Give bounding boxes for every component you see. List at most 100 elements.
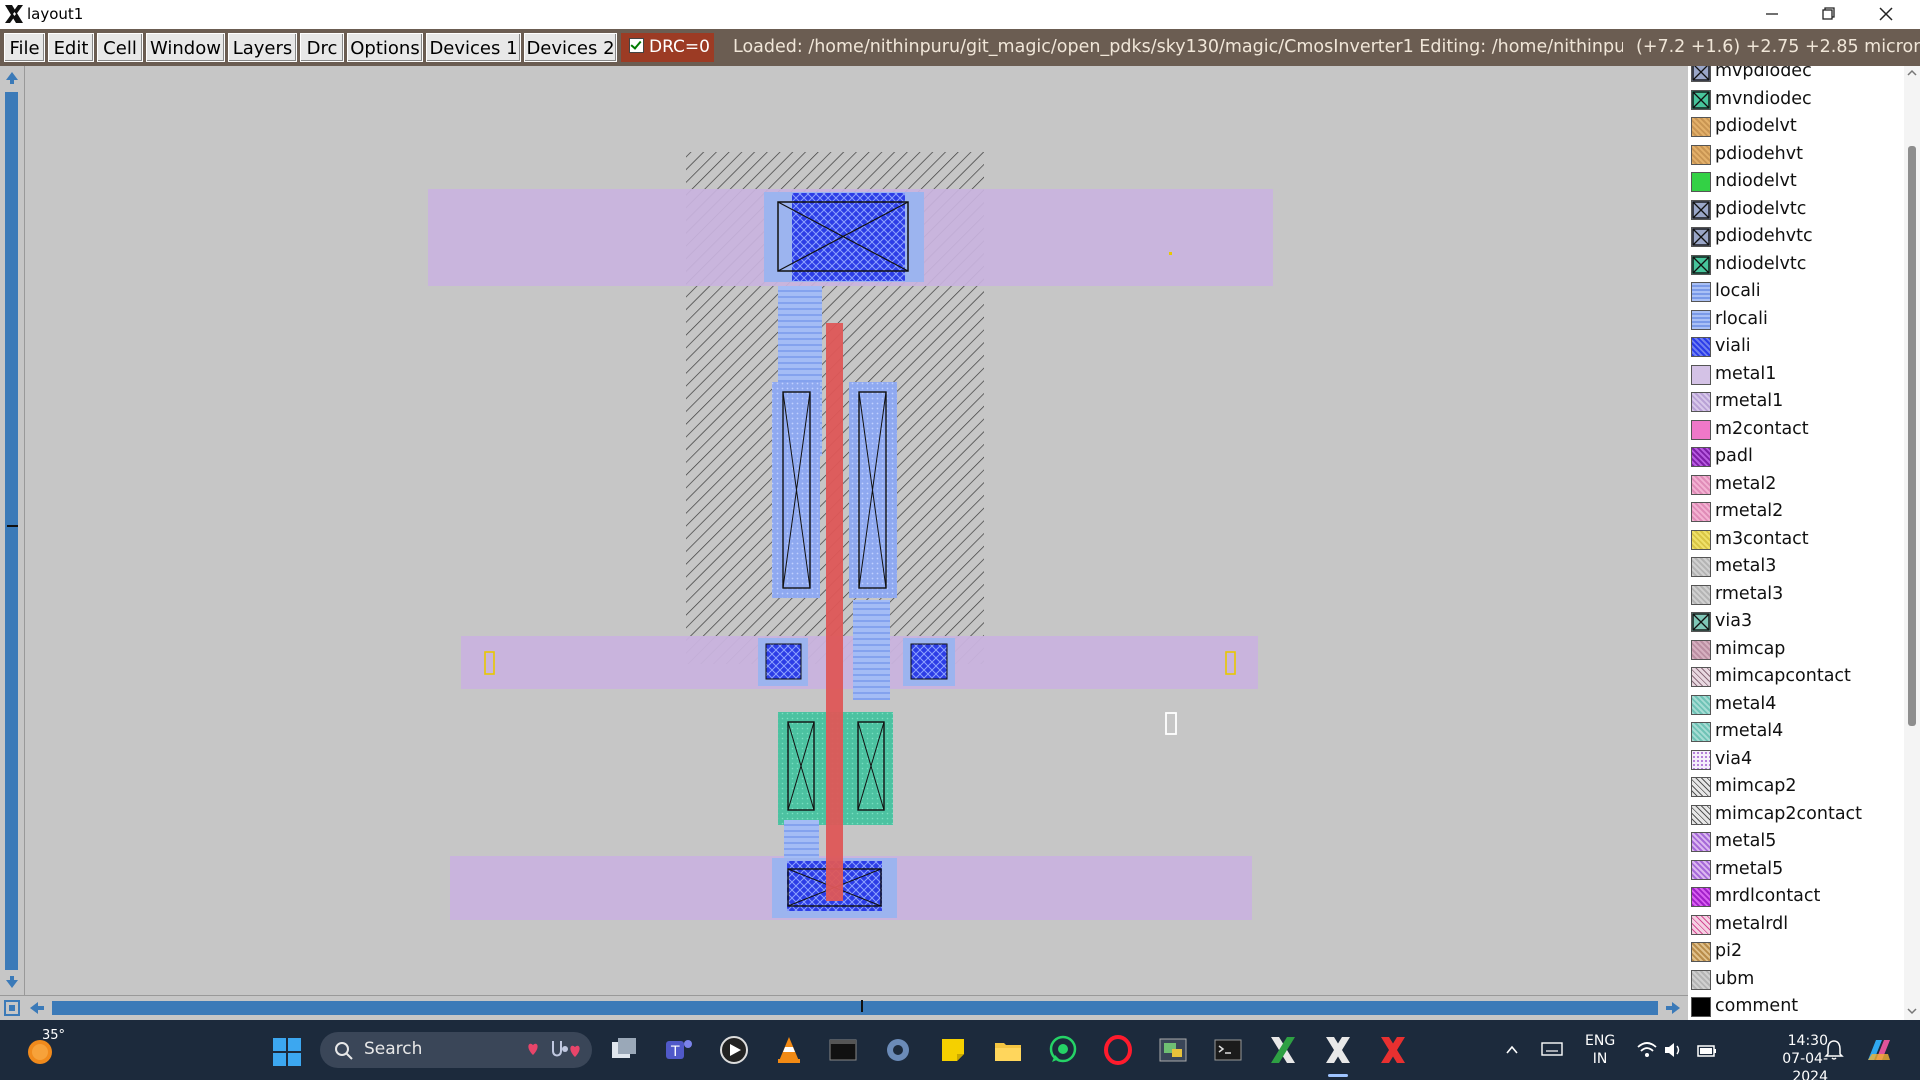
maximize-icon[interactable] [1800, 0, 1856, 29]
chevron-up-icon[interactable] [1504, 1042, 1520, 1058]
language-indicator[interactable]: ENG IN [1585, 1032, 1615, 1068]
layer-swatch-icon[interactable] [1691, 282, 1711, 302]
layer-swatch-icon[interactable] [1691, 612, 1711, 632]
layer-item-locali[interactable]: locali [1688, 279, 1906, 306]
layer-item-padl[interactable]: padl [1688, 444, 1906, 471]
scroll-right-icon[interactable] [1664, 1000, 1682, 1016]
layer-item-ubm[interactable]: ubm [1688, 967, 1906, 994]
layer-swatch-icon[interactable] [1691, 392, 1711, 412]
menu-layers[interactable]: Layers [228, 33, 297, 62]
layer-item-mimcap[interactable]: mimcap [1688, 637, 1906, 664]
layer-item-metal4[interactable]: metal4 [1688, 692, 1906, 719]
layer-swatch-icon[interactable] [1691, 639, 1711, 660]
layer-swatch-icon[interactable] [1691, 804, 1711, 825]
menu-cell[interactable]: Cell [97, 33, 143, 62]
keyboard-icon[interactable] [1541, 1040, 1563, 1058]
layer-item-mimcapcontact[interactable]: mimcapcontact [1688, 664, 1906, 691]
drc-indicator[interactable]: DRC=0 [621, 33, 714, 62]
layer-item-rlocali[interactable]: rlocali [1688, 307, 1906, 334]
layer-swatch-icon[interactable] [1691, 89, 1711, 110]
layer-swatch-icon[interactable] [1691, 914, 1711, 935]
layer-item-rmetal1[interactable]: rmetal1 [1688, 389, 1906, 416]
horizontal-scroll-thumb[interactable] [52, 1001, 1658, 1015]
taskbar-search-box[interactable]: Search [320, 1032, 592, 1068]
layer-swatch-icon[interactable] [1691, 777, 1711, 797]
layer-swatch-icon[interactable] [1691, 227, 1711, 247]
layer-swatch-icon[interactable] [1691, 749, 1711, 770]
layout-canvas[interactable] [0, 66, 1688, 1020]
battery-icon[interactable] [1697, 1040, 1717, 1060]
task-view-icon[interactable] [608, 1034, 640, 1066]
layer-item-metal3[interactable]: metal3 [1688, 554, 1906, 581]
xlaunch-icon[interactable] [1267, 1034, 1299, 1066]
menu-edit[interactable]: Edit [48, 33, 94, 62]
layer-swatch-icon[interactable] [1691, 832, 1711, 852]
layer-item-via4[interactable]: via4 [1688, 747, 1906, 774]
layer-swatch-icon[interactable] [1691, 969, 1711, 990]
notification-bell-icon[interactable] [1824, 1039, 1844, 1061]
layer-swatch-icon[interactable] [1691, 172, 1711, 192]
vertical-scroll-thumb[interactable] [5, 92, 18, 970]
layer-swatch-icon[interactable] [1691, 667, 1711, 687]
layer-swatch-icon[interactable] [1691, 694, 1711, 715]
horizontal-scrollbar[interactable] [0, 995, 1688, 1021]
wifi-icon[interactable] [1636, 1040, 1658, 1060]
layer-item-via3[interactable]: via3 [1688, 609, 1906, 636]
menu-window[interactable]: Window [146, 33, 225, 62]
layer-swatch-icon[interactable] [1691, 502, 1711, 522]
close-icon[interactable] [1858, 0, 1914, 29]
layer-swatch-icon[interactable] [1691, 584, 1711, 605]
layer-swatch-icon[interactable] [1691, 942, 1711, 962]
vertical-scrollbar[interactable] [0, 66, 25, 1020]
layer-swatch-icon[interactable] [1691, 859, 1711, 880]
layer-swatch-icon[interactable] [1691, 722, 1711, 742]
layer-item-metal2[interactable]: metal2 [1688, 472, 1906, 499]
layer-palette-scrollbar[interactable] [1904, 66, 1920, 1020]
layer-swatch-icon[interactable] [1691, 419, 1711, 440]
layer-item-mimcap2[interactable]: mimcap2 [1688, 774, 1906, 801]
layer-item-comment[interactable]: comment [1688, 994, 1906, 1020]
layer-swatch-icon[interactable] [1691, 447, 1711, 467]
layer-item-m2contact[interactable]: m2contact [1688, 417, 1906, 444]
layer-item-metal1[interactable]: metal1 [1688, 362, 1906, 389]
zoom-box-icon[interactable] [4, 1000, 20, 1016]
layer-item-pdiodehvt[interactable]: pdiodehvt [1688, 142, 1906, 169]
layer-swatch-icon[interactable] [1691, 474, 1711, 495]
clock[interactable]: 14:30 07-04-2024 [1758, 1032, 1828, 1086]
layer-swatch-icon[interactable] [1691, 997, 1711, 1017]
layer-item-mvpdiodec[interactable]: mvpdiodec [1688, 66, 1906, 86]
layer-item-mimcap2contact[interactable]: mimcap2contact [1688, 802, 1906, 829]
layer-swatch-icon[interactable] [1691, 254, 1711, 275]
layer-item-ndiodelvtc[interactable]: ndiodelvtc [1688, 252, 1906, 279]
layer-swatch-icon[interactable] [1691, 66, 1711, 82]
layer-item-pdiodelvtc[interactable]: pdiodelvtc [1688, 197, 1906, 224]
layer-item-rmetal5[interactable]: rmetal5 [1688, 857, 1906, 884]
menu-drc[interactable]: Drc [300, 33, 344, 62]
cmd-icon[interactable] [1212, 1034, 1244, 1066]
drc-checkbox[interactable] [629, 38, 644, 53]
layer-swatch-icon[interactable] [1691, 117, 1711, 137]
layer-item-pdiodehvtc[interactable]: pdiodehvtc [1688, 224, 1906, 251]
layer-item-rmetal4[interactable]: rmetal4 [1688, 719, 1906, 746]
layer-item-pi2[interactable]: pi2 [1688, 939, 1906, 966]
scroll-up-icon[interactable] [4, 70, 20, 86]
vlc-icon[interactable] [773, 1034, 805, 1066]
layer-item-pdiodelvt[interactable]: pdiodelvt [1688, 114, 1906, 141]
snipping-icon[interactable] [1157, 1034, 1189, 1066]
volume-icon[interactable] [1663, 1040, 1683, 1060]
scroll-down-icon[interactable] [4, 974, 20, 990]
layer-item-metal5[interactable]: metal5 [1688, 829, 1906, 856]
layer-swatch-icon[interactable] [1691, 364, 1711, 385]
layer-item-m3contact[interactable]: m3contact [1688, 527, 1906, 554]
layer-item-rmetal3[interactable]: rmetal3 [1688, 582, 1906, 609]
layer-item-ndiodelvt[interactable]: ndiodelvt [1688, 169, 1906, 196]
layer-item-rmetal2[interactable]: rmetal2 [1688, 499, 1906, 526]
menu-options[interactable]: Options [347, 33, 423, 62]
chevron-up-icon[interactable] [1907, 68, 1917, 78]
layer-item-metalrdl[interactable]: metalrdl [1688, 912, 1906, 939]
menu-file[interactable]: File [4, 33, 45, 62]
scroll-left-icon[interactable] [28, 1000, 46, 1016]
layer-item-mvndiodec[interactable]: mvndiodec [1688, 87, 1906, 114]
copilot-icon[interactable] [1862, 1034, 1896, 1066]
layer-item-mrdlcontact[interactable]: mrdlcontact [1688, 884, 1906, 911]
